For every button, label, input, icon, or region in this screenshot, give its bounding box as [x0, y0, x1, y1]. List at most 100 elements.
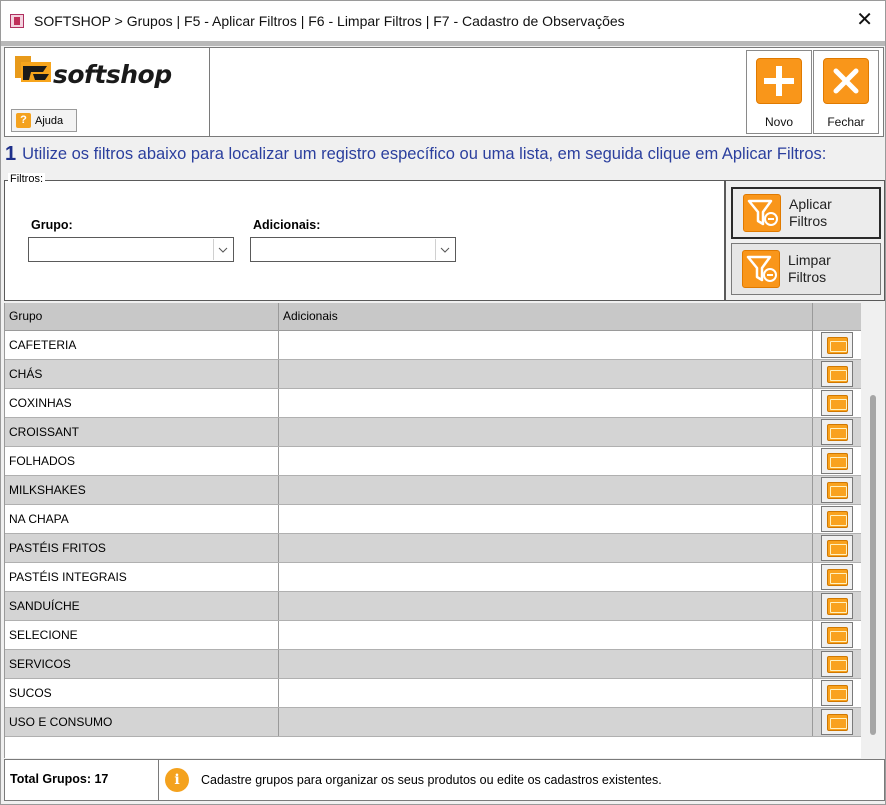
instruction-line: 1 Utilize os filtros abaixo para localiz… — [5, 142, 885, 166]
open-record-button[interactable] — [821, 361, 853, 387]
logo-text: softshop — [53, 60, 172, 89]
folder-open-icon — [827, 395, 848, 412]
folder-open-icon — [827, 598, 848, 615]
cell-adicionais — [279, 679, 813, 707]
folder-open-icon — [827, 453, 848, 470]
cell-actions — [813, 708, 862, 736]
cell-adicionais — [279, 534, 813, 562]
table-row[interactable]: SELECIONE — [5, 621, 862, 650]
column-header-grupo[interactable]: Grupo — [5, 303, 279, 331]
status-bar: Total Grupos: 17 i Cadastre grupos para … — [4, 759, 885, 801]
table-row[interactable]: NA CHAPA — [5, 505, 862, 534]
table-row[interactable]: SANDUÍCHE — [5, 592, 862, 621]
open-record-button[interactable] — [821, 477, 853, 503]
cell-actions — [813, 563, 862, 591]
table-header: Grupo Adicionais — [5, 303, 862, 331]
table-row[interactable]: PASTÉIS FRITOS — [5, 534, 862, 563]
cell-adicionais — [279, 650, 813, 678]
table-row[interactable]: MILKSHAKES — [5, 476, 862, 505]
open-record-button[interactable] — [821, 506, 853, 532]
cell-grupo: PASTÉIS FRITOS — [5, 534, 279, 562]
new-button[interactable]: Novo — [746, 50, 812, 134]
cell-adicionais — [279, 360, 813, 388]
title-separator — [1, 41, 885, 46]
cell-grupo: SUCOS — [5, 679, 279, 707]
folder-open-icon — [827, 569, 848, 586]
open-record-button[interactable] — [821, 419, 853, 445]
folder-open-icon — [827, 424, 848, 441]
open-record-button[interactable] — [821, 332, 853, 358]
folder-open-icon — [827, 511, 848, 528]
chevron-down-icon[interactable] — [435, 239, 454, 260]
clear-filters-label-line2: Filtros — [788, 269, 827, 285]
title-bar: SOFTSHOP > Grupos | F5 - Aplicar Filtros… — [1, 1, 885, 41]
cell-grupo: PASTÉIS INTEGRAIS — [5, 563, 279, 591]
logo-area: softshop ? Ajuda — [5, 48, 210, 136]
table-row[interactable]: CROISSANT — [5, 418, 862, 447]
open-record-button[interactable] — [821, 564, 853, 590]
info-icon: i — [165, 768, 189, 792]
chevron-down-icon[interactable] — [213, 239, 232, 260]
folder-open-icon — [827, 482, 848, 499]
folder-open-icon — [827, 656, 848, 673]
cell-grupo: FOLHADOS — [5, 447, 279, 475]
close-button[interactable]: Fechar — [813, 50, 879, 134]
additionals-filter-select[interactable] — [250, 237, 456, 262]
cell-adicionais — [279, 621, 813, 649]
cell-grupo: SANDUÍCHE — [5, 592, 279, 620]
table-row[interactable]: FOLHADOS — [5, 447, 862, 476]
open-record-button[interactable] — [821, 709, 853, 735]
cell-adicionais — [279, 592, 813, 620]
open-record-button[interactable] — [821, 651, 853, 677]
apply-filters-button[interactable]: Aplicar Filtros — [731, 187, 881, 239]
filter-apply-icon — [743, 194, 781, 232]
open-record-button[interactable] — [821, 448, 853, 474]
open-record-button[interactable] — [821, 622, 853, 648]
table-row[interactable]: USO E CONSUMO — [5, 708, 862, 737]
cell-actions — [813, 360, 862, 388]
group-filter-label: Grupo: — [31, 218, 73, 232]
table-row[interactable]: CAFETERIA — [5, 331, 862, 360]
cell-adicionais — [279, 418, 813, 446]
cell-adicionais — [279, 708, 813, 736]
cell-grupo: CAFETERIA — [5, 331, 279, 359]
folder-open-icon — [827, 366, 848, 383]
cell-actions — [813, 534, 862, 562]
filter-actions-panel: Aplicar Filtros Limpar Filtros — [725, 180, 885, 301]
table-row[interactable]: SERVICOS — [5, 650, 862, 679]
cell-actions — [813, 650, 862, 678]
help-button[interactable]: ? Ajuda — [11, 109, 77, 132]
open-record-button[interactable] — [821, 593, 853, 619]
table-row[interactable]: PASTÉIS INTEGRAIS — [5, 563, 862, 592]
table-row[interactable]: COXINHAS — [5, 389, 862, 418]
folder-open-icon — [827, 337, 848, 354]
cell-grupo: CROISSANT — [5, 418, 279, 446]
cell-actions — [813, 621, 862, 649]
filters-group: Filtros: Grupo: Adicionais: — [4, 173, 725, 301]
cell-actions — [813, 389, 862, 417]
help-label: Ajuda — [35, 114, 64, 127]
filter-clear-icon — [742, 250, 780, 288]
app-icon — [10, 14, 24, 28]
open-record-button[interactable] — [821, 680, 853, 706]
cell-grupo: COXINHAS — [5, 389, 279, 417]
table-row[interactable]: SUCOS — [5, 679, 862, 708]
cell-actions — [813, 679, 862, 707]
table-row[interactable]: CHÁS — [5, 360, 862, 389]
clear-filters-button[interactable]: Limpar Filtros — [731, 243, 881, 295]
scrollbar-thumb[interactable] — [870, 395, 876, 735]
cell-grupo: CHÁS — [5, 360, 279, 388]
open-record-button[interactable] — [821, 390, 853, 416]
cell-actions — [813, 331, 862, 359]
window-title: SOFTSHOP > Grupos | F5 - Aplicar Filtros… — [34, 13, 625, 29]
column-header-adicionais[interactable]: Adicionais — [279, 303, 813, 331]
open-record-button[interactable] — [821, 535, 853, 561]
total-groups: Total Grupos: 17 — [5, 760, 159, 800]
column-header-actions — [813, 303, 862, 331]
group-filter-select[interactable] — [28, 237, 234, 262]
status-message-area: i Cadastre grupos para organizar os seus… — [159, 760, 884, 800]
vertical-scrollbar[interactable] — [861, 303, 885, 758]
cell-adicionais — [279, 447, 813, 475]
close-label: Fechar — [827, 115, 865, 129]
close-window-button[interactable]: ✕ — [856, 9, 873, 31]
